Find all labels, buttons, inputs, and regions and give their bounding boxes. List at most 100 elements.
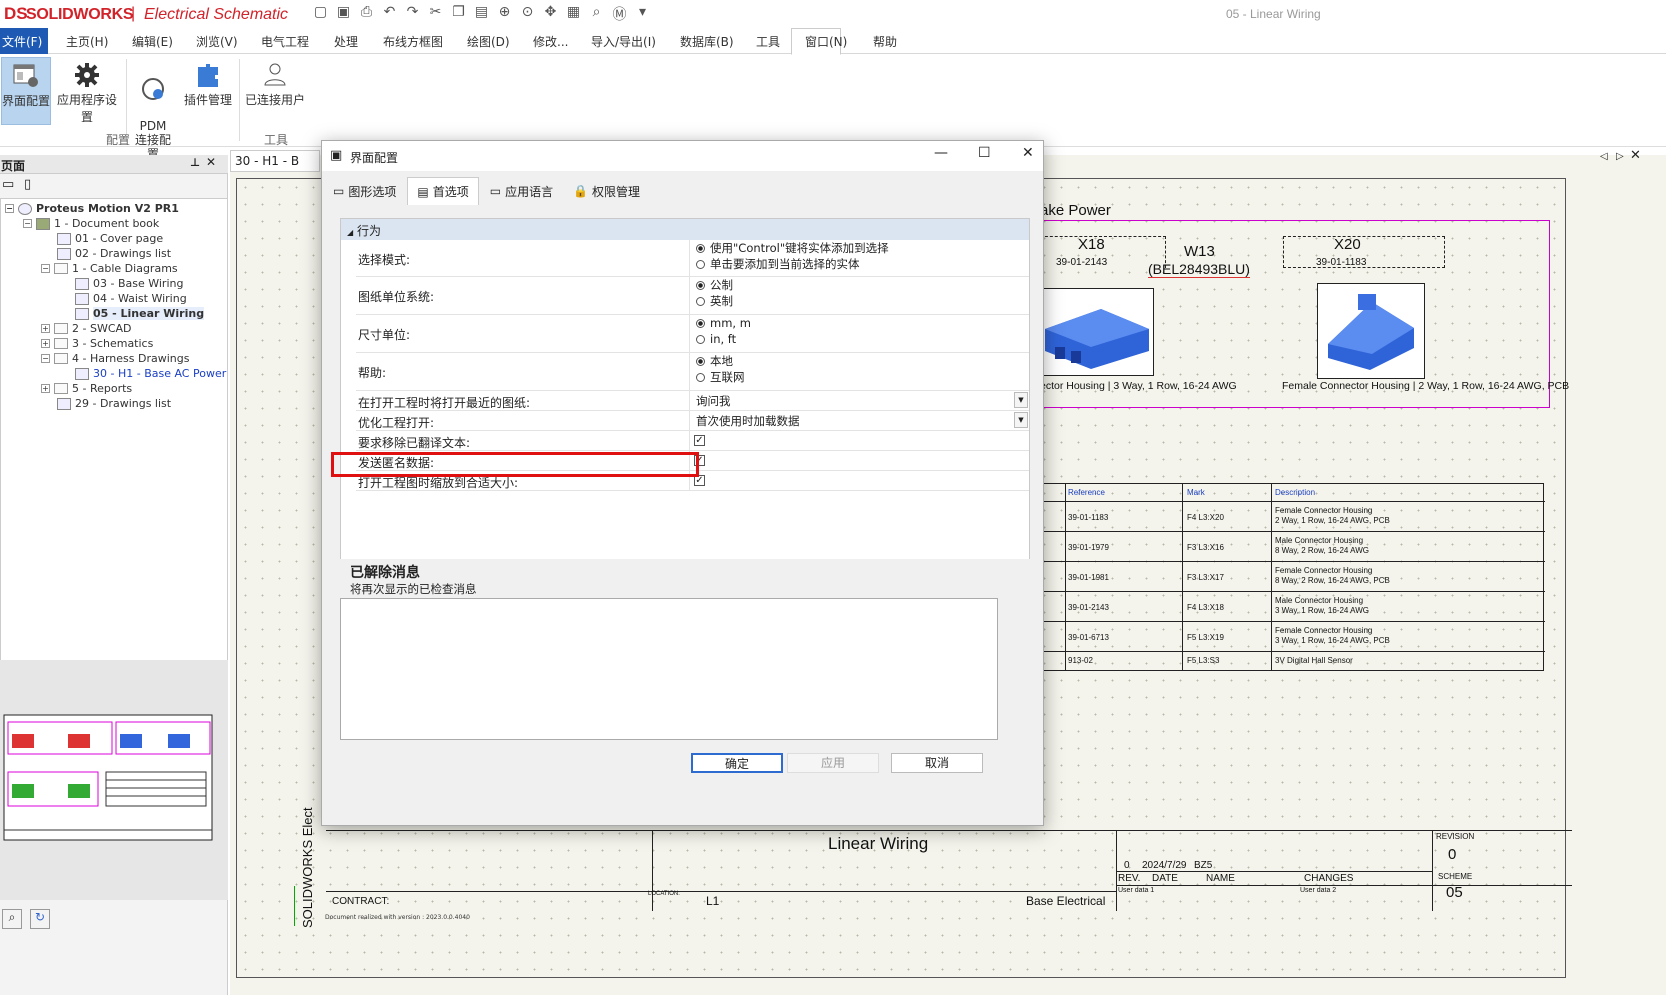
cancel-button[interactable]: 取消 (891, 753, 983, 773)
radio-option[interactable]: 互联网 (690, 369, 1029, 385)
tree-item-linear-wiring[interactable]: 05 - Linear Wiring (75, 307, 205, 320)
dismissed-messages-list[interactable] (340, 598, 998, 740)
screen-icon[interactable]: ▦ (565, 4, 582, 24)
tree-item-document-book[interactable]: −1 - Document book (23, 217, 159, 230)
menu-window[interactable]: 窗口(N) (805, 33, 847, 50)
tab-permissions[interactable]: 🔒 权限管理 (564, 177, 649, 205)
zoom-icon[interactable]: ⊕ (496, 4, 513, 24)
optimize-open-select[interactable]: 首次使用时加载数据 ▼ (689, 411, 1029, 430)
scroll-right-icon[interactable]: ▷ (1616, 151, 1624, 162)
plugin-manager-button[interactable]: 插件管理 (182, 57, 234, 125)
books-view-icon[interactable]: ▯ (24, 177, 31, 192)
bom-col-description: Description (1275, 488, 1316, 497)
tree-item-schematics[interactable]: +3 - Schematics (41, 337, 153, 350)
menu-line-diagram[interactable]: 布线方框图 (383, 33, 443, 50)
pan-icon[interactable]: ✥ (542, 4, 559, 24)
section-behavior[interactable]: ◢ 行为 (341, 219, 1029, 240)
menu-help[interactable]: 帮助 (873, 33, 897, 50)
axis-marker (294, 886, 306, 926)
interface-config-button[interactable]: 界面配置 (1, 57, 51, 125)
tb-line (1116, 885, 1572, 886)
tb-location: LOCATION: (648, 891, 680, 897)
menu-file[interactable]: 文件(F) (0, 28, 48, 54)
menu-import-export[interactable]: 导入/导出(I) (591, 33, 656, 50)
maximize-icon[interactable]: ☐ (978, 145, 991, 161)
radio-option[interactable]: 公制 (690, 277, 1029, 293)
users-icon (264, 63, 286, 86)
refresh-icon[interactable]: ↻ (30, 909, 50, 929)
document-tab[interactable]: 30 - H1 - B (230, 150, 320, 172)
recent-drawing-select[interactable]: 询问我 ▼ (689, 391, 1029, 410)
zoom-fit-icon[interactable]: ⊙ (519, 4, 536, 24)
cut-icon[interactable]: ✂ (427, 4, 444, 24)
pages-view-icon[interactable]: ▭ (2, 177, 14, 192)
close-icon[interactable]: ✕ (206, 155, 216, 169)
radio-option[interactable]: 英制 (690, 293, 1029, 309)
x18-label: X18 (1078, 236, 1105, 253)
chevron-down-icon[interactable]: ▼ (1014, 392, 1028, 408)
menu-modify[interactable]: 修改... (533, 33, 568, 50)
tab-language[interactable]: ▭ 应用语言 (481, 177, 562, 205)
tab-graphics[interactable]: ▭ 图形选项 (324, 177, 405, 205)
undo-icon[interactable]: ↶ (381, 4, 398, 24)
menu-process[interactable]: 处理 (334, 33, 358, 50)
ribbon-group-tools: 工具 (264, 133, 289, 147)
menu-electrical[interactable]: 电气工程 (261, 33, 309, 50)
pdm-icon (142, 78, 164, 100)
menu-tools[interactable]: 工具 (756, 33, 780, 50)
apply-button[interactable]: 应用 (787, 753, 879, 773)
chevron-down-icon[interactable]: ▼ (1014, 412, 1028, 428)
gear-icon (75, 63, 99, 87)
minimize-icon[interactable]: — (934, 145, 948, 161)
paste-icon[interactable]: ▤ (473, 4, 490, 24)
tb-scheme: SCHEME (1438, 872, 1473, 881)
save-icon[interactable]: ▣ (335, 4, 352, 24)
menu-database[interactable]: 数据库(B) (680, 33, 734, 50)
tree-item-base-wiring[interactable]: 03 - Base Wiring (75, 277, 183, 290)
preview-zoom-icon[interactable]: ⌕ (2, 909, 22, 929)
radio-option[interactable]: mm, m (690, 315, 1029, 331)
tree-item-waist-wiring[interactable]: 04 - Waist Wiring (75, 292, 187, 305)
tree-item-swcad[interactable]: +2 - SWCAD (41, 322, 132, 335)
radio-option[interactable]: in, ft (690, 331, 1029, 347)
close-doc-icon[interactable]: ✕ (1630, 148, 1641, 163)
menu-draw[interactable]: 绘图(D) (467, 33, 510, 50)
tb-date-value: 2024/7/29 (1142, 860, 1187, 871)
new-icon[interactable]: ▢ (312, 4, 329, 24)
print-icon[interactable]: ⎙ (358, 4, 375, 24)
tb-base: Base Electrical (1026, 894, 1106, 908)
ok-button[interactable]: 确定 (691, 753, 783, 773)
copy-icon[interactable]: ❐ (450, 4, 467, 24)
pin-icon[interactable]: ⊥ (190, 156, 200, 169)
close-icon[interactable]: ✕ (1022, 145, 1034, 161)
tree-item-drawings-list[interactable]: 02 - Drawings list (57, 247, 171, 260)
remove-translated-checkbox[interactable]: ✓ (694, 435, 705, 446)
redo-icon[interactable]: ↷ (404, 4, 421, 24)
tree-item-base-ac-power[interactable]: 30 - H1 - Base AC Power (75, 367, 226, 380)
tree-item-drawings-list-29[interactable]: 29 - Drawings list (57, 397, 171, 410)
menu-view[interactable]: 浏览(V) (196, 33, 238, 50)
tree-item-project[interactable]: − Proteus Motion V2 PR1 (5, 202, 179, 215)
preview-thumbnail-image (3, 714, 213, 841)
page-icon (57, 247, 71, 260)
tree-item-reports[interactable]: +5 - Reports (41, 382, 132, 395)
tree-item-cover-page[interactable]: 01 - Cover page (57, 232, 163, 245)
scroll-left-icon[interactable]: ◁ (1600, 151, 1608, 162)
radio-option[interactable]: 本地 (690, 353, 1029, 369)
menu-edit[interactable]: 编辑(E) (132, 33, 173, 50)
tab-preferences[interactable]: ▤ 首选项 (407, 177, 479, 205)
menu-home[interactable]: 主页(H) (66, 33, 108, 50)
connected-users-button[interactable]: 已连接用户 (244, 57, 306, 125)
tree-item-harness-drawings[interactable]: −4 - Harness Drawings (41, 352, 189, 365)
tree-item-cable-diagrams[interactable]: −1 - Cable Diagrams (41, 262, 178, 275)
dismissed-messages-title: 已解除消息 (350, 565, 420, 581)
chevron-down-icon[interactable]: ▾ (634, 4, 651, 24)
preview-thumbnail[interactable] (0, 660, 228, 900)
macro-icon[interactable]: Ⓜ (611, 4, 628, 24)
folder-icon (54, 263, 68, 274)
search-icon[interactable]: ⌕ (588, 4, 605, 24)
radio-option[interactable]: 使用"Control"键将实体添加到选择 (690, 240, 1029, 256)
radio-option[interactable]: 单击要添加到当前选择的实体 (690, 256, 1029, 272)
pdm-config-button[interactable]: PDM 连接配置 (130, 57, 176, 161)
app-settings-button[interactable]: 应用程序设置 (53, 57, 121, 125)
